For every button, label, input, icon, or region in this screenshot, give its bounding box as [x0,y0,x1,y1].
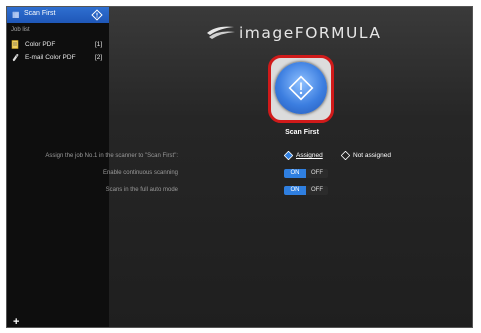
job-name: Color PDF [25,41,56,48]
toggle-on[interactable]: ON [284,169,306,178]
full-auto-mode-toggle[interactable]: ON OFF [284,186,328,195]
paperclip-icon [12,53,19,62]
continuous-scanning-toggle[interactable]: ON OFF [284,169,328,178]
assigned-label: Assigned [296,152,323,159]
scan-first-icon [91,9,103,21]
job-item-email-color-pdf[interactable]: E-mail Color PDF [2] [11,53,105,63]
toggle-off[interactable]: OFF [306,186,328,195]
radio-unselected-icon [341,151,350,160]
toggle-off[interactable]: OFF [306,169,328,178]
toggle-on[interactable]: ON [284,186,306,195]
main-panel: imageFORMULA Scan First Assign the job N… [45,7,472,327]
job-number: [2] [95,54,103,61]
logo-text: imageFORMULA [239,24,382,42]
scan-first-icon [288,75,314,101]
scan-first-highlight [268,55,334,123]
scan-first-label: Scan First [285,129,319,136]
document-icon [11,40,19,49]
assign-job-label: Assign the job No.1 in the scanner to "S… [45,153,178,159]
job-number: [1] [95,41,103,48]
continuous-scanning-label: Enable continuous scanning [102,170,178,176]
grid-icon: ▦ [12,10,20,19]
add-job-button[interactable]: + [13,317,21,328]
not-assigned-label: Not assigned [353,152,391,159]
full-auto-mode-label: Scans in the full auto mode [105,187,178,193]
app-window: ▦ Scan First Job list Color PDF [1] E-ma… [6,6,473,328]
imageformula-logo: imageFORMULA [206,23,446,45]
sidebar-header-title: Scan First [24,10,56,17]
logo-swoosh-icon [207,26,235,39]
job-name: E-mail Color PDF [25,54,76,61]
job-item-color-pdf[interactable]: Color PDF [1] [11,40,105,50]
scan-first-button[interactable] [275,62,327,114]
radio-selected-icon [284,151,293,160]
sidebar-item-scan-first[interactable]: ▦ Scan First [7,7,109,23]
job-list-label: Job list [11,27,30,33]
sidebar: ▦ Scan First Job list Color PDF [1] E-ma… [7,7,110,327]
